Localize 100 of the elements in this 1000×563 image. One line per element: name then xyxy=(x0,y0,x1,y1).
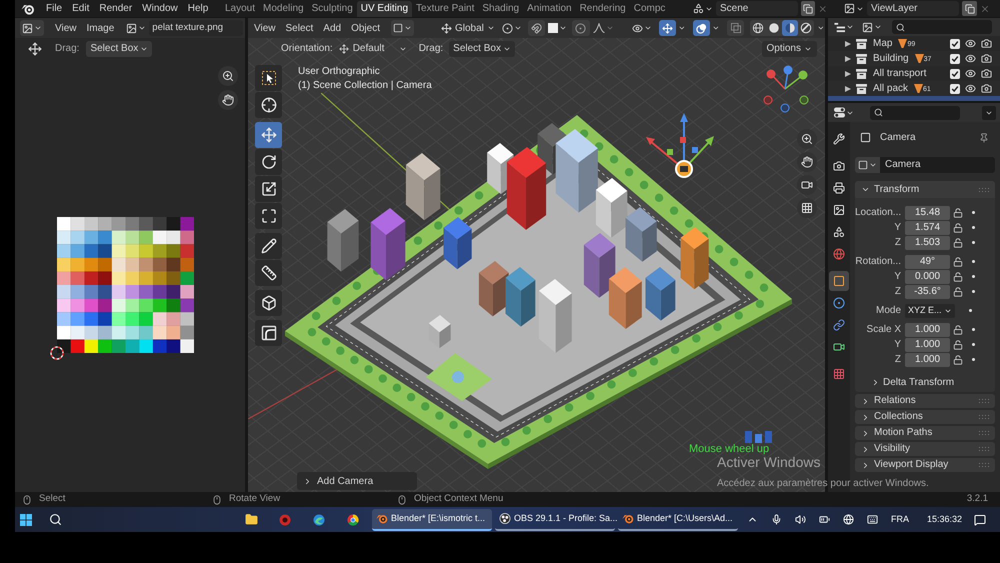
search-field[interactable] xyxy=(870,106,960,120)
padlock-icon[interactable] xyxy=(953,272,963,282)
eye-icon[interactable] xyxy=(965,68,976,79)
tool-button[interactable] xyxy=(255,65,282,91)
eye-icon[interactable] xyxy=(965,83,976,94)
checkbox[interactable] xyxy=(950,54,960,64)
keyframe-dot-icon[interactable] xyxy=(972,226,975,229)
snap-toggle[interactable] xyxy=(528,20,546,36)
number-field[interactable]: 1.503 xyxy=(905,236,950,250)
app-logo-icon[interactable] xyxy=(21,2,35,14)
keyframe-dot-icon[interactable] xyxy=(972,290,975,293)
menu-item[interactable]: Object xyxy=(346,20,385,36)
proportional-toggle[interactable] xyxy=(572,20,590,36)
orientation-dropdown[interactable]: Default xyxy=(336,40,409,56)
chevron-down-icon[interactable] xyxy=(678,24,686,32)
overlay-toggle[interactable] xyxy=(692,20,710,36)
menu-item[interactable]: Add xyxy=(318,20,346,36)
padlock-icon[interactable] xyxy=(953,354,963,364)
data-browse-button[interactable] xyxy=(855,157,880,173)
search-icon[interactable] xyxy=(49,513,62,526)
taskbar-window-button[interactable]: Blender* [E:\ismotric t... xyxy=(372,508,492,530)
shading-mode-button[interactable] xyxy=(782,20,798,36)
number-field[interactable]: 1.574 xyxy=(905,220,950,234)
menu-item[interactable]: Render xyxy=(94,1,138,16)
keyframe-dot-icon[interactable] xyxy=(972,260,975,263)
workspace-tab[interactable]: Layout xyxy=(221,1,260,17)
padlock-icon[interactable] xyxy=(953,324,963,334)
number-field[interactable]: 1.000 xyxy=(905,338,950,352)
keyframe-dot-icon[interactable] xyxy=(972,211,975,214)
windows-start-icon[interactable] xyxy=(20,514,32,526)
keyframe-dot-icon[interactable] xyxy=(972,328,975,331)
image-name-field[interactable]: pelat texture.png xyxy=(149,20,243,36)
tool-button[interactable] xyxy=(255,203,282,229)
tool-button[interactable] xyxy=(255,233,282,259)
chevron-down-icon[interactable] xyxy=(817,24,826,32)
number-field[interactable]: 0.000 xyxy=(905,270,950,284)
grid-view-button[interactable] xyxy=(797,198,817,218)
keyframe-dot-icon[interactable] xyxy=(972,358,975,361)
close-icon[interactable] xyxy=(980,4,990,14)
mode-dropdown[interactable]: XYZ E... xyxy=(905,304,955,318)
options-button[interactable] xyxy=(982,106,996,120)
drag-mode-dropdown[interactable]: Select Box xyxy=(449,40,515,56)
tool-button[interactable] xyxy=(255,260,282,286)
number-field[interactable]: -35.6° xyxy=(905,284,950,298)
select-mode-button[interactable] xyxy=(391,20,414,36)
view-layer-selector-button[interactable] xyxy=(844,1,864,16)
menu-item[interactable]: View xyxy=(249,20,280,36)
workspace-tab[interactable]: Texture Paint xyxy=(412,1,478,17)
view-layer-field[interactable]: ViewLayer xyxy=(867,1,959,16)
panel-header[interactable]: Viewport Display xyxy=(855,458,995,472)
eye-icon[interactable] xyxy=(965,53,976,64)
menu-item[interactable]: Help xyxy=(182,1,214,16)
eye-icon[interactable] xyxy=(965,38,976,49)
chevron-down-icon[interactable] xyxy=(712,24,720,32)
expand-arrow-icon[interactable] xyxy=(845,56,851,62)
panel-header[interactable]: Relations xyxy=(855,394,995,408)
camera-icon[interactable] xyxy=(981,38,992,49)
display-filter-button[interactable] xyxy=(834,22,854,32)
microphone-icon[interactable] xyxy=(771,514,782,525)
padlock-icon[interactable] xyxy=(953,256,963,266)
padlock-icon[interactable] xyxy=(953,340,963,350)
camera-icon[interactable] xyxy=(981,83,992,94)
copy-button[interactable] xyxy=(801,1,816,16)
padlock-icon[interactable] xyxy=(953,286,963,296)
padlock-icon[interactable] xyxy=(953,222,963,232)
workspace-tab[interactable]: Modeling xyxy=(259,1,308,17)
padlock-icon[interactable] xyxy=(953,208,963,218)
camera-icon[interactable] xyxy=(981,68,992,79)
tool-button[interactable] xyxy=(255,290,282,316)
tool-button[interactable] xyxy=(255,92,282,118)
gizmo-toggle[interactable] xyxy=(658,20,676,36)
taskbar-window-button[interactable]: OBS 29.1.1 - Profile: Sa... xyxy=(495,508,615,530)
menu-item[interactable]: Window xyxy=(137,1,183,16)
keyframe-dot-icon[interactable] xyxy=(972,275,975,278)
copy-button[interactable] xyxy=(962,1,977,16)
padlock-icon[interactable] xyxy=(953,238,963,248)
view-mode-button[interactable] xyxy=(862,22,882,32)
pin-icon[interactable] xyxy=(979,132,989,142)
scene-selector-button[interactable] xyxy=(693,1,713,16)
xray-toggle[interactable] xyxy=(726,20,744,36)
object-name-field[interactable]: Camera xyxy=(880,157,995,173)
search-field[interactable] xyxy=(892,20,992,34)
number-field[interactable]: 1.000 xyxy=(905,322,950,336)
camera-view-button[interactable] xyxy=(797,175,817,195)
pan-button[interactable] xyxy=(797,152,817,172)
panel-header[interactable]: Motion Paths xyxy=(855,426,995,440)
keyframe-dot-icon[interactable] xyxy=(972,241,975,244)
drag-mode-dropdown[interactable]: Select Box xyxy=(86,40,152,56)
globe-icon[interactable] xyxy=(843,514,854,525)
options-dropdown[interactable]: Options xyxy=(762,40,817,56)
subpanel-header[interactable]: Delta Transform xyxy=(855,374,995,390)
number-field[interactable]: 15.48 xyxy=(905,206,950,220)
menu-item[interactable]: Edit xyxy=(67,1,94,16)
number-field[interactable]: 49° xyxy=(905,254,950,268)
workspace-tab[interactable]: Shading xyxy=(478,1,524,17)
uv-cursor-icon[interactable] xyxy=(50,346,64,360)
expand-arrow-icon[interactable] xyxy=(845,40,851,46)
close-icon[interactable] xyxy=(818,4,828,14)
camera-icon[interactable] xyxy=(981,53,992,64)
pan-button[interactable] xyxy=(218,90,238,110)
